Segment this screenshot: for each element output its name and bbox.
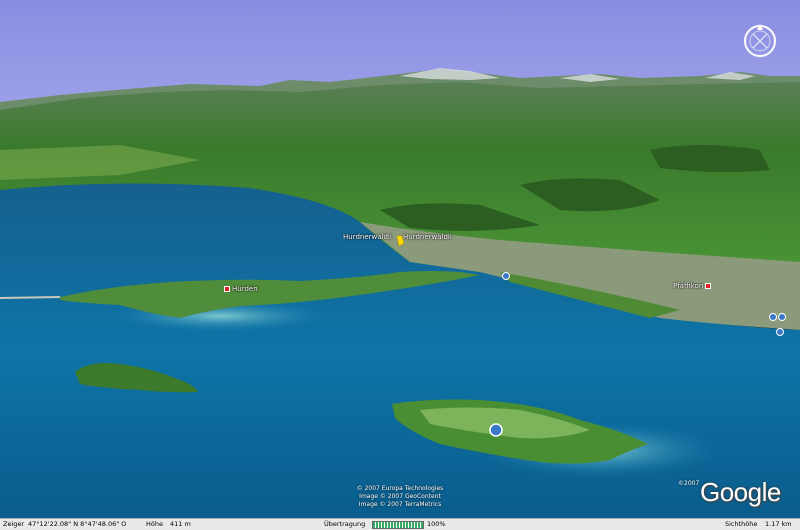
- compass-icon[interactable]: [741, 22, 779, 60]
- google-logo: Google: [700, 477, 781, 507]
- status-bar: Zeiger 47°12'22.08" N 8°47'48.06" O Höhe…: [0, 518, 800, 530]
- place-label[interactable]: Hurdnerwäldli: [403, 233, 452, 241]
- pointer-coordinates: 47°12'22.08" N 8°47'48.06" O: [28, 520, 127, 528]
- island-marker-icon[interactable]: [489, 423, 503, 437]
- place-marker-icon: [224, 286, 230, 292]
- marker-icon[interactable]: [776, 328, 784, 336]
- terrain-scene[interactable]: [0, 0, 800, 518]
- transfer-label: Übertragung: [324, 520, 366, 528]
- transfer-percent: 100%: [427, 520, 446, 528]
- transfer-progress: [372, 521, 424, 529]
- height-label: Höhe: [146, 520, 163, 528]
- place-label[interactable]: Hurden: [222, 285, 258, 293]
- marker-icon[interactable]: [769, 313, 777, 321]
- height-value: 411 m: [170, 520, 191, 528]
- pointer-label: Zeiger: [3, 520, 25, 528]
- marker-icon[interactable]: [502, 272, 510, 280]
- place-label[interactable]: Hurdnerwäldli: [343, 233, 392, 241]
- logo-year: ©2007: [678, 480, 700, 487]
- map-viewport[interactable]: Hurdnerwäldli Hurdnerwäldli Hurden Pfäff…: [0, 0, 800, 518]
- place-marker-icon: [705, 283, 712, 289]
- eye-altitude-label: Sichthöhe: [725, 520, 758, 528]
- causeway: [0, 296, 61, 299]
- eye-altitude-value: 1.17 km: [765, 520, 792, 528]
- marker-icon[interactable]: [778, 313, 786, 321]
- imagery-credits: © 2007 Europa Technologies Image © 2007 …: [356, 485, 444, 508]
- place-label[interactable]: Pfäffikon: [673, 282, 713, 290]
